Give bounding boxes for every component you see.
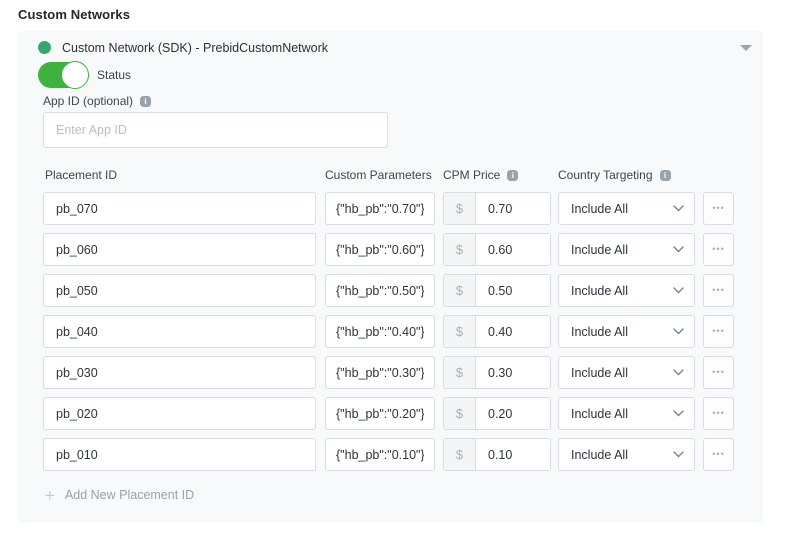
- cpm-price-field: $: [443, 274, 551, 307]
- network-header: Custom Network (SDK) - PrebidCustomNetwo…: [18, 31, 763, 65]
- column-header-country-targeting: Country Targeting i: [558, 168, 671, 182]
- custom-network-card: Custom Network (SDK) - PrebidCustomNetwo…: [18, 31, 763, 523]
- info-icon[interactable]: i: [507, 170, 518, 181]
- custom-parameters-input[interactable]: [325, 438, 435, 471]
- row-actions-button[interactable]: •••: [703, 233, 734, 266]
- ellipsis-icon: •••: [712, 327, 724, 336]
- table-row: $ Include All •••: [43, 274, 734, 307]
- page-title: Custom Networks: [18, 7, 130, 22]
- cpm-price-input[interactable]: [476, 234, 550, 265]
- table-row: $ Include All •••: [43, 438, 734, 471]
- country-targeting-select[interactable]: Include All: [558, 274, 695, 307]
- column-header-placement-id: Placement ID: [45, 168, 117, 182]
- row-actions-button[interactable]: •••: [703, 438, 734, 471]
- country-targeting-select[interactable]: Include All: [558, 192, 695, 225]
- currency-prefix: $: [444, 234, 476, 265]
- ellipsis-icon: •••: [712, 286, 724, 295]
- country-targeting-field: Include All: [558, 356, 695, 389]
- ellipsis-icon: •••: [712, 409, 724, 418]
- custom-parameters-input[interactable]: [325, 397, 435, 430]
- cpm-price-field: $: [443, 438, 551, 471]
- custom-parameters-input[interactable]: [325, 233, 435, 266]
- app-id-input[interactable]: [43, 112, 388, 148]
- currency-prefix: $: [444, 316, 476, 347]
- cpm-price-field: $: [443, 315, 551, 348]
- country-targeting-select[interactable]: Include All: [558, 233, 695, 266]
- table-row: $ Include All •••: [43, 315, 734, 348]
- currency-prefix: $: [444, 398, 476, 429]
- row-actions-button[interactable]: •••: [703, 356, 734, 389]
- ellipsis-icon: •••: [712, 245, 724, 254]
- country-targeting-field: Include All: [558, 274, 695, 307]
- info-icon[interactable]: i: [140, 96, 151, 107]
- app-id-label-row: App ID (optional) i: [43, 94, 151, 108]
- cpm-price-field: $: [443, 356, 551, 389]
- row-actions-button[interactable]: •••: [703, 274, 734, 307]
- column-header-custom-parameters: Custom Parameters: [325, 168, 432, 182]
- row-actions-button[interactable]: •••: [703, 315, 734, 348]
- status-toggle[interactable]: [38, 62, 88, 88]
- custom-parameters-input[interactable]: [325, 315, 435, 348]
- table-column-headers: Placement ID Custom Parameters CPM Price…: [43, 168, 734, 184]
- cpm-price-input[interactable]: [476, 275, 550, 306]
- table-row: $ Include All •••: [43, 192, 734, 225]
- column-header-cpm-price: CPM Price i: [443, 168, 518, 182]
- currency-prefix: $: [444, 193, 476, 224]
- status-label: Status: [97, 68, 131, 82]
- placement-id-input[interactable]: [43, 192, 316, 225]
- country-targeting-select[interactable]: Include All: [558, 438, 695, 471]
- cpm-price-input[interactable]: [476, 439, 550, 470]
- row-actions-button[interactable]: •••: [703, 192, 734, 225]
- cpm-price-input[interactable]: [476, 357, 550, 388]
- cpm-price-field: $: [443, 233, 551, 266]
- custom-parameters-input[interactable]: [325, 274, 435, 307]
- country-targeting-field: Include All: [558, 233, 695, 266]
- chevron-down-icon: [740, 45, 752, 51]
- country-targeting-field: Include All: [558, 315, 695, 348]
- table-row: $ Include All •••: [43, 233, 734, 266]
- placement-id-input[interactable]: [43, 274, 316, 307]
- cpm-price-input[interactable]: [476, 398, 550, 429]
- placement-id-input[interactable]: [43, 438, 316, 471]
- row-actions-button[interactable]: •••: [703, 397, 734, 430]
- currency-prefix: $: [444, 357, 476, 388]
- network-title: Custom Network (SDK) - PrebidCustomNetwo…: [62, 41, 328, 55]
- country-targeting-field: Include All: [558, 192, 695, 225]
- custom-networks-page: Custom Networks Custom Network (SDK) - P…: [0, 0, 798, 541]
- info-icon[interactable]: i: [660, 170, 671, 181]
- country-targeting-field: Include All: [558, 438, 695, 471]
- ellipsis-icon: •••: [712, 204, 724, 213]
- custom-parameters-input[interactable]: [325, 356, 435, 389]
- custom-parameters-input[interactable]: [325, 192, 435, 225]
- country-targeting-select[interactable]: Include All: [558, 315, 695, 348]
- add-placement-button[interactable]: + Add New Placement ID: [43, 485, 196, 505]
- table-row: $ Include All •••: [43, 356, 734, 389]
- placement-rows: $ Include All ••• $ Include All •••: [43, 192, 734, 479]
- ellipsis-icon: •••: [712, 368, 724, 377]
- country-targeting-field: Include All: [558, 397, 695, 430]
- currency-prefix: $: [444, 275, 476, 306]
- toggle-knob: [61, 61, 89, 89]
- currency-prefix: $: [444, 439, 476, 470]
- add-placement-label: Add New Placement ID: [65, 488, 194, 502]
- country-targeting-select[interactable]: Include All: [558, 356, 695, 389]
- placement-id-input[interactable]: [43, 356, 316, 389]
- cpm-price-field: $: [443, 192, 551, 225]
- placement-id-input[interactable]: [43, 233, 316, 266]
- plus-icon: +: [45, 487, 55, 504]
- cpm-price-input[interactable]: [476, 316, 550, 347]
- country-targeting-select[interactable]: Include All: [558, 397, 695, 430]
- app-id-label: App ID (optional): [43, 94, 133, 108]
- collapse-button[interactable]: [735, 37, 759, 59]
- table-row: $ Include All •••: [43, 397, 734, 430]
- placement-id-input[interactable]: [43, 315, 316, 348]
- status-dot-icon: [38, 41, 51, 54]
- cpm-price-field: $: [443, 397, 551, 430]
- placement-id-input[interactable]: [43, 397, 316, 430]
- cpm-price-input[interactable]: [476, 193, 550, 224]
- ellipsis-icon: •••: [712, 450, 724, 459]
